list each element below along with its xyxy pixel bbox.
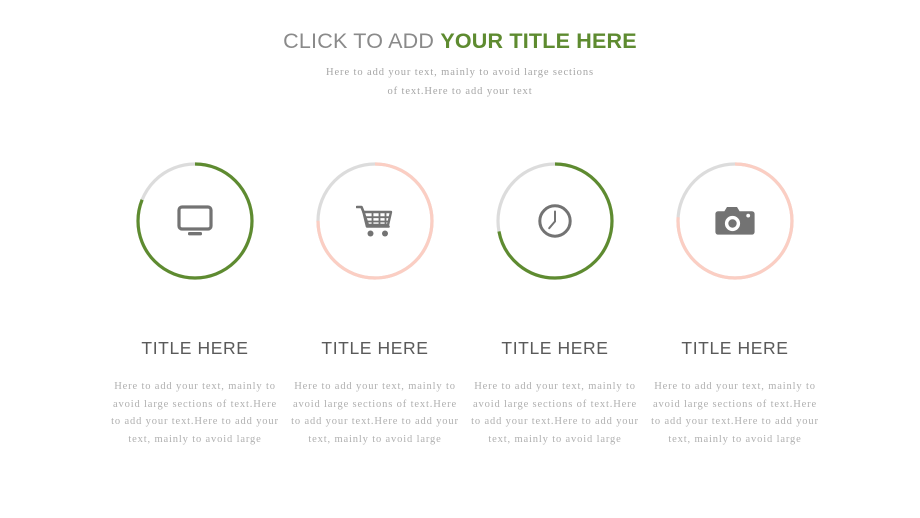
feature-columns: TITLE HERE Here to add your text, mainly… [0,160,920,448]
ring-icon-container-4 [674,160,796,282]
feature-body-4[interactable]: Here to add your text, mainly to avoid l… [651,378,819,448]
monitor-icon [177,205,213,236]
page-subtitle-line-2: of text.Here to add your text [387,86,533,97]
progress-ring-1[interactable] [134,160,256,282]
slide-header: CLICK TO ADD YOUR TITLE HERE Here to add… [0,28,920,101]
page-title-light: CLICK TO ADD [283,29,441,53]
feature-body-2[interactable]: Here to add your text, mainly to avoid l… [291,378,459,448]
feature-body-3[interactable]: Here to add your text, mainly to avoid l… [471,378,639,448]
feature-title-3[interactable]: TITLE HERE [501,338,608,358]
feature-title-1[interactable]: TITLE HERE [141,338,248,358]
progress-ring-4[interactable] [674,160,796,282]
clock-icon [538,204,572,238]
feature-body-1[interactable]: Here to add your text, mainly to avoid l… [111,378,279,448]
feature-column-1: TITLE HERE Here to add your text, mainly… [105,160,285,448]
ring-icon-container-1 [134,160,256,282]
feature-column-3: TITLE HERE Here to add your text, mainly… [465,160,645,448]
progress-ring-3[interactable] [494,160,616,282]
feature-column-2: TITLE HERE Here to add your text, mainly… [285,160,465,448]
feature-title-2[interactable]: TITLE HERE [321,338,428,358]
feature-title-4[interactable]: TITLE HERE [681,338,788,358]
progress-ring-2[interactable] [314,160,436,282]
camera-icon [715,207,755,235]
slide-canvas: CLICK TO ADD YOUR TITLE HERE Here to add… [0,0,920,518]
ring-icon-container-3 [494,160,616,282]
feature-column-4: TITLE HERE Here to add your text, mainly… [645,160,825,448]
page-title[interactable]: CLICK TO ADD YOUR TITLE HERE [0,28,920,54]
page-subtitle-line-1: Here to add your text, mainly to avoid l… [326,67,594,78]
shopping-cart-icon [356,205,393,236]
page-title-accent: YOUR TITLE HERE [440,29,637,53]
ring-icon-container-2 [314,160,436,282]
page-subtitle[interactable]: Here to add your text, mainly to avoid l… [0,63,920,101]
